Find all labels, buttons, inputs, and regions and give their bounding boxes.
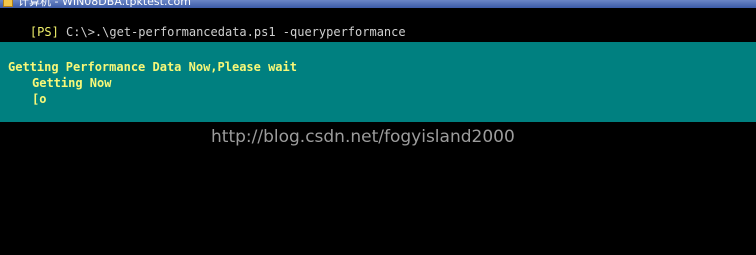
window-title: 计算机 - WIN08DBA.tpktest.com bbox=[18, 0, 191, 8]
watermark: http://blog.csdn.net/fogyisland2000 bbox=[211, 127, 515, 147]
progress-panel: Getting Performance Data Now,Please wait… bbox=[0, 42, 756, 122]
prompt-tag: [PS] bbox=[29, 25, 59, 39]
progress-status: Getting Now bbox=[32, 76, 112, 90]
progress-bar: [o bbox=[32, 92, 47, 106]
command-text: C:\>.\get-performancedata.ps1 -queryperf… bbox=[58, 25, 406, 39]
window-titlebar[interactable]: 计算机 - WIN08DBA.tpktest.com bbox=[0, 0, 756, 8]
progress-activity: Getting Performance Data Now,Please wait bbox=[8, 60, 297, 74]
powershell-console[interactable]: 计算机 - WIN08DBA.tpktest.com [PS] C:\>.\ge… bbox=[0, 0, 756, 255]
computer-icon bbox=[3, 0, 13, 7]
